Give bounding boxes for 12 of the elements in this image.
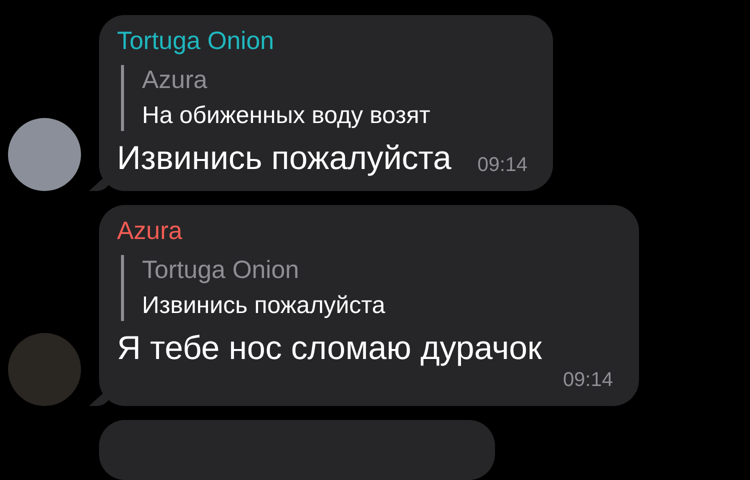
sender-name: Tortuga Onion [117,26,276,57]
reply-text: Извинись пожалуйста [142,291,386,321]
reply-sender: Azura [142,65,208,95]
sender-name: Azura [117,216,184,247]
message-time: 09:14 [562,369,613,393]
reply-sender: Tortuga Onion [142,255,300,285]
reply-text: На обиженных воду возят [142,101,432,131]
message-text: Извинись пожалуйста [117,138,452,178]
reply-quote[interactable]: Azura На обиженных воду возят [121,65,528,131]
message-text: Я тебе нос сломаю дурачок [117,328,542,368]
message-time: 09:14 [477,154,528,178]
reply-quote[interactable]: Tortuga Onion Извинись пожалуйста [121,255,613,321]
